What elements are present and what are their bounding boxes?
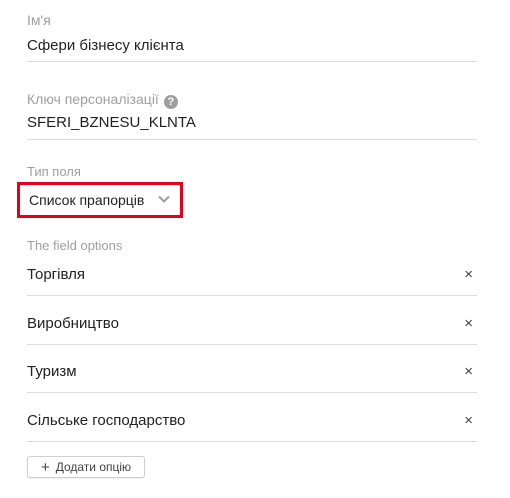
option-underline (27, 295, 477, 296)
field-options-label: The field options (27, 238, 123, 253)
key-underline (27, 139, 477, 140)
option-label[interactable]: Туризм (27, 363, 77, 380)
option-row: Торгівля × (27, 266, 477, 296)
key-label: Ключ персоналізації? (27, 91, 178, 109)
plus-icon: + (40, 458, 50, 476)
key-label-text: Ключ персоналізації (27, 91, 159, 107)
name-input[interactable]: Сфери бізнесу клієнта (27, 37, 184, 54)
remove-icon[interactable]: × (464, 315, 473, 332)
add-option-button[interactable]: + Додати опцію (27, 456, 145, 478)
name-underline (27, 61, 477, 62)
name-label: Ім'я (27, 12, 51, 28)
option-label[interactable]: Виробництво (27, 315, 119, 332)
key-input[interactable]: SFERI_BZNESU_KLNTA (27, 114, 196, 131)
add-option-label: Додати опцію (55, 460, 132, 474)
remove-icon[interactable]: × (464, 412, 473, 429)
remove-icon[interactable]: × (464, 266, 473, 283)
option-row: Сільське господарство × (27, 412, 477, 442)
option-underline (27, 344, 477, 345)
option-underline (27, 441, 477, 442)
chevron-down-icon (158, 195, 170, 203)
option-row: Туризм × (27, 363, 477, 393)
field-type-select[interactable]: Список прапорців (17, 182, 183, 218)
remove-icon[interactable]: × (464, 363, 473, 380)
option-label[interactable]: Торгівля (27, 266, 85, 283)
field-type-label: Тип поля (27, 164, 81, 179)
option-label[interactable]: Сільське господарство (27, 412, 185, 429)
option-underline (27, 392, 477, 393)
field-type-selected-value: Список прапорців (29, 192, 145, 208)
option-row: Виробництво × (27, 315, 477, 345)
help-icon[interactable]: ? (163, 95, 178, 109)
